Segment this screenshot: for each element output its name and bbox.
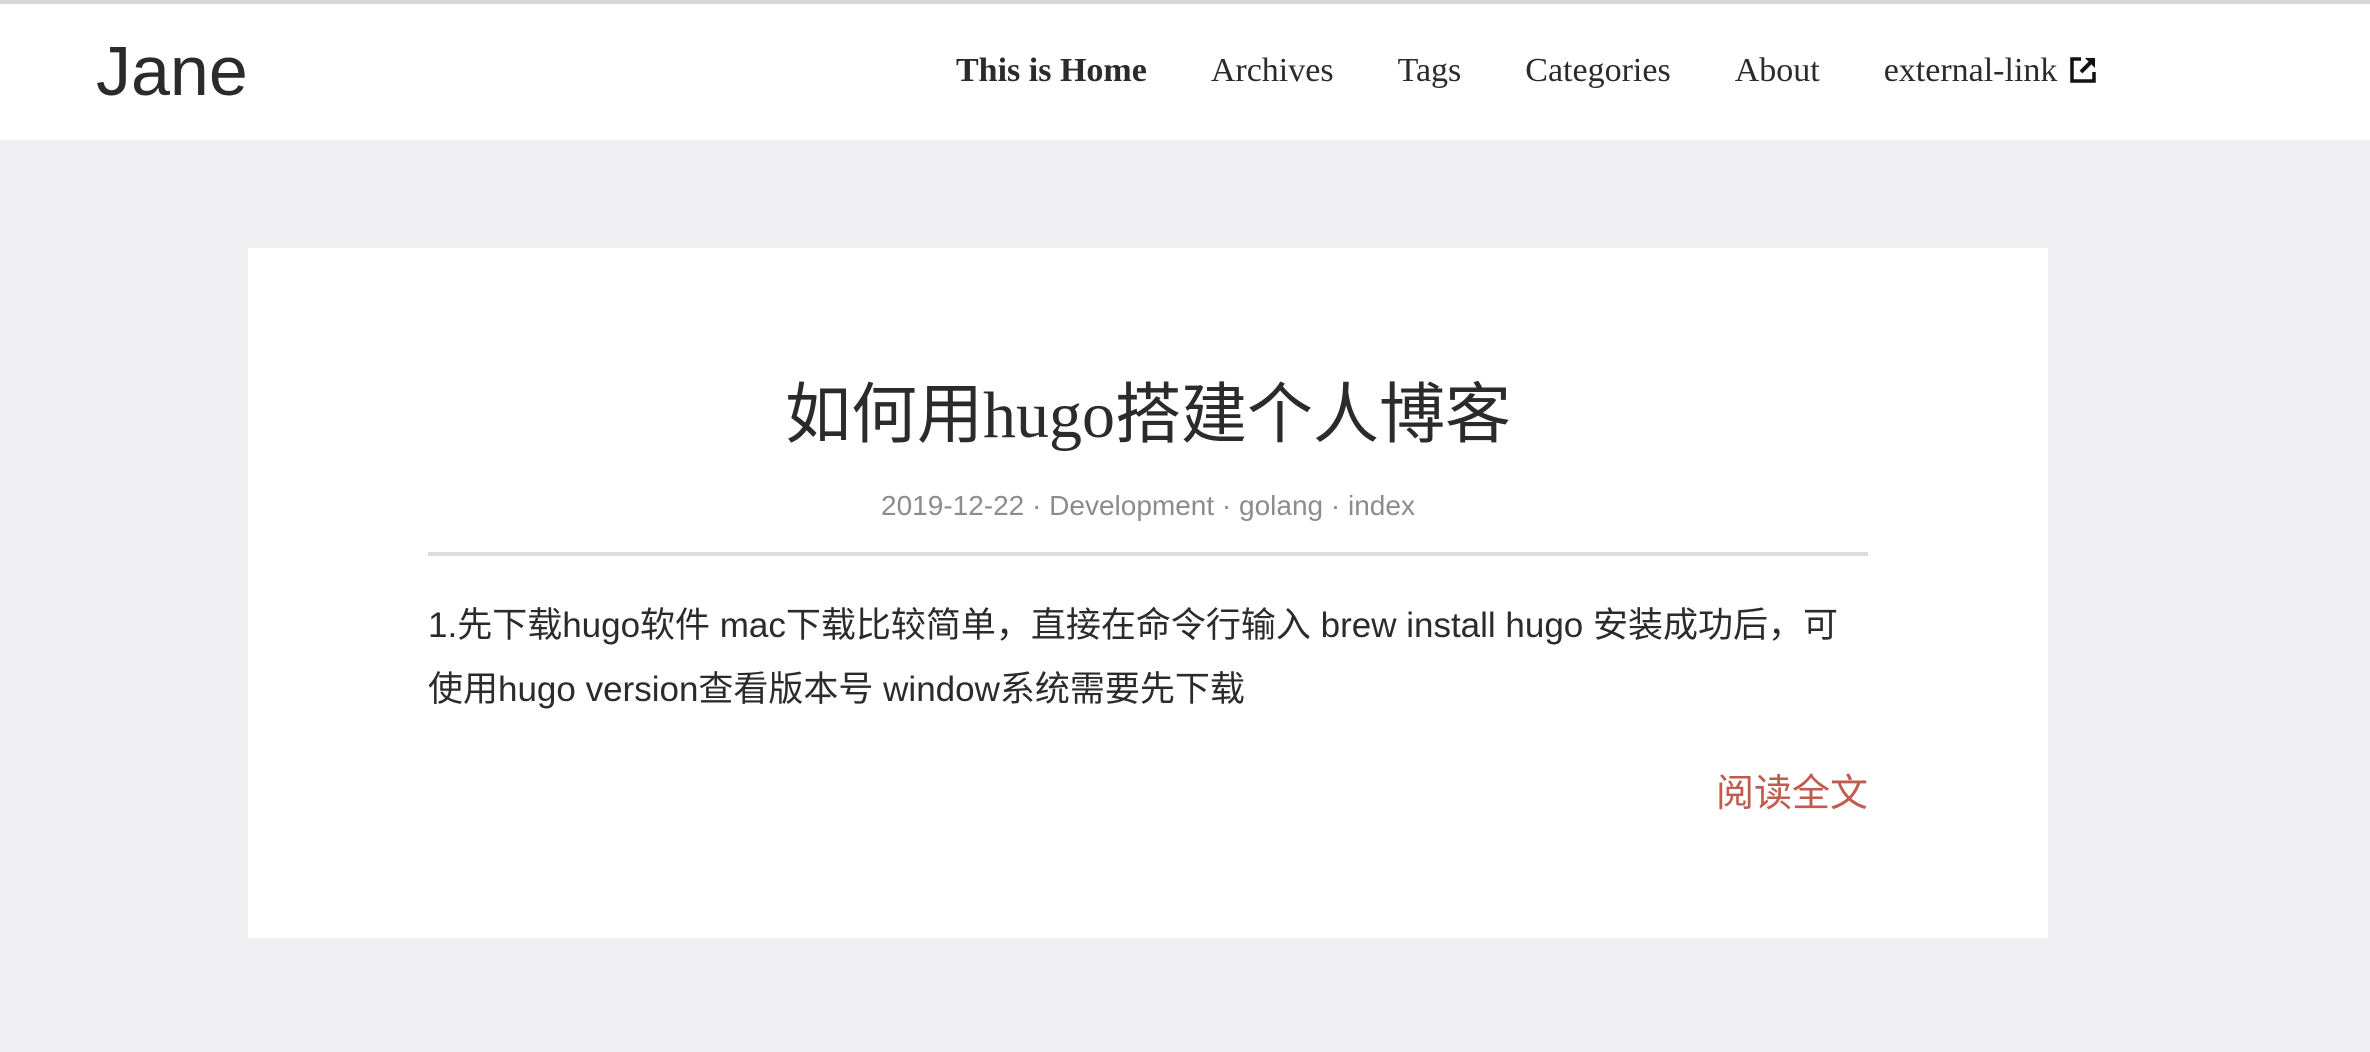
post-meta: 2019-12-22 · Development · golang · inde…: [248, 486, 2048, 526]
post-tag[interactable]: golang: [1239, 490, 1323, 521]
post-summary: 1.先下载hugo软件 mac下载比较简单，直接在命令行输入 brew inst…: [428, 606, 1838, 709]
post-card: 如何用hugo搭建个人博客 2019-12-22 · Development ·…: [248, 248, 2048, 938]
post-date: 2019-12-22: [881, 490, 1025, 521]
post-category[interactable]: Development: [1049, 490, 1214, 521]
read-more-link[interactable]: 阅读全文: [1716, 766, 1868, 822]
nav-item-about[interactable]: About: [1735, 48, 1820, 94]
nav-item-tags[interactable]: Tags: [1398, 48, 1462, 94]
post-tag[interactable]: index: [1348, 490, 1415, 521]
title-divider: [428, 552, 1868, 556]
meta-separator: ·: [1323, 490, 1349, 521]
meta-separator: ·: [1214, 490, 1240, 521]
nav-item-external-link-label: external-link: [1883, 52, 2058, 89]
post-title[interactable]: 如何用hugo搭建个人博客: [248, 368, 2048, 464]
meta-separator: ·: [1024, 490, 1050, 521]
site-header: Jane This is Home Archives Tags Categori…: [0, 4, 2370, 140]
nav-item-archives[interactable]: Archives: [1211, 48, 1334, 94]
site-logo[interactable]: Jane: [96, 26, 248, 116]
nav-item-external-link[interactable]: external-link: [1884, 48, 2098, 94]
main-nav: This is Home Archives Tags Categories Ab…: [956, 48, 2097, 94]
external-link-icon: [2069, 51, 2097, 83]
nav-item-categories[interactable]: Categories: [1525, 48, 1670, 94]
nav-item-home[interactable]: This is Home: [956, 48, 1147, 94]
